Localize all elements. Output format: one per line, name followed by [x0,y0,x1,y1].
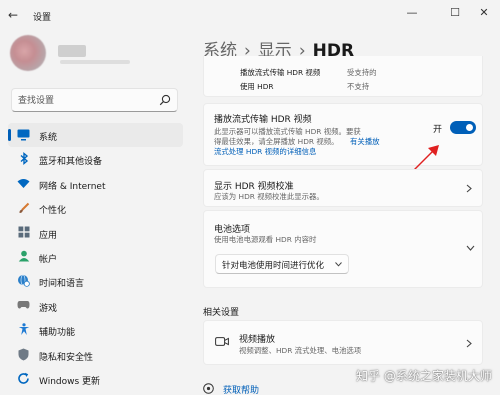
chevron-right-icon [466,339,472,348]
back-arrow-icon[interactable]: ← [8,8,18,22]
streaming-hdr-title: 播放流式传输 HDR 视频 [214,115,312,125]
globe-clock-icon [17,274,30,288]
get-help-link[interactable]: 获取帮助 [223,383,259,395]
streaming-hdr-toggle[interactable] [450,121,476,134]
active-indicator [8,129,11,141]
related-settings-heading: 相关设置 [203,308,240,318]
hdr-info-link[interactable]: 流式处理 HDR 视频的详细信息 [214,146,316,157]
sidebar-item-gaming[interactable]: 游戏 [8,294,183,318]
chevron-right-icon [466,184,472,193]
toggle-state-label: 开 [433,125,443,135]
sidebar-item-privacy[interactable]: 隐私和安全性 [8,343,183,367]
sidebar-item-label: 时间和语言 [39,279,85,290]
sidebar-item-label: 网络 & Internet [39,181,106,192]
sidebar-item-label: 游戏 [39,303,58,314]
hdr-info-link[interactable]: 有关播放 [350,136,380,147]
search-input[interactable] [18,93,158,108]
capability-value: 不支持 [347,82,370,91]
calibration-desc: 应该为 HDR 视频校准此显示器。 [214,192,324,201]
sidebar-item-system[interactable]: 系统 [8,123,183,148]
bluetooth-icon [17,152,30,166]
shield-icon [17,348,30,361]
sidebar-item-label: 帐户 [39,254,58,265]
capability-label: 播放流式传输 HDR 视频 [240,68,321,77]
sidebar-item-label: Windows 更新 [39,376,101,387]
accessibility-icon [17,323,30,336]
sidebar-item-label: 隐私和安全性 [39,352,94,363]
account-icon [17,250,30,263]
watermark: 知乎 @系统之家装机大师 [356,369,492,383]
sidebar-item-time-language[interactable]: 时间和语言 [8,269,183,293]
sidebar-item-apps[interactable]: 应用 [8,221,183,245]
video-playback-desc: 视频调整、HDR 流式处理、电池选项 [239,346,362,355]
sidebar-item-label: 辅助功能 [39,328,76,339]
sidebar-item-label: 应用 [39,230,58,241]
help-icon [203,383,214,394]
sidebar-item-accessibility[interactable]: 辅助功能 [8,318,183,342]
sidebar-item-label: 蓝牙和其他设备 [39,157,103,168]
sidebar-item-label: 个性化 [39,206,67,217]
video-playback-title: 视频播放 [239,335,276,345]
video-camera-icon [215,337,229,346]
user-email-redacted [60,60,130,64]
chevron-down-icon [335,262,342,267]
minimize-button[interactable]: — [398,4,426,22]
capability-label: 使用 HDR [240,82,274,91]
dropdown-value: 针对电池使用时间进行优化 [222,261,325,271]
maximize-button[interactable]: ☐ [441,4,469,22]
sidebar-item-label: 系统 [39,133,58,143]
update-icon [17,372,30,385]
sidebar-item-personalization[interactable]: 个性化 [8,196,183,220]
search-box[interactable] [11,88,178,112]
brush-icon [17,201,30,214]
sidebar-item-windows-update[interactable]: Windows 更新 [8,367,183,391]
sidebar-item-bluetooth[interactable]: 蓝牙和其他设备 [8,147,183,171]
avatar[interactable] [10,35,46,71]
battery-options-desc: 使用电池电源观看 HDR 内容时 [214,235,317,244]
wifi-icon [17,177,30,190]
sidebar-item-network[interactable]: 网络 & Internet [8,172,183,196]
search-icon[interactable] [159,94,171,106]
chevron-down-icon[interactable] [466,245,475,251]
video-playback-card[interactable]: 视频播放 视频调整、HDR 流式处理、电池选项 [203,320,483,365]
title-bar: ← 设置 — ☐ ✕ [0,0,500,30]
app-title: 设置 [33,13,52,23]
toggle-knob [466,124,473,131]
apps-icon [17,226,30,239]
battery-options-card: 电池选项 使用电池电源观看 HDR 内容时 针对电池使用时间进行优化 [203,210,483,288]
sidebar-nav: 系统 蓝牙和其他设备 网络 & Internet 个性化 应用 帐户 时间和语言… [8,123,183,391]
user-name-redacted [58,45,86,57]
hdr-calibration-card[interactable]: 显示 HDR 视频校准 应该为 HDR 视频校准此显示器。 [203,169,483,207]
gamepad-icon [17,299,30,312]
battery-optimization-dropdown[interactable]: 针对电池使用时间进行优化 [215,254,349,274]
close-button[interactable]: ✕ [470,4,498,22]
capability-value: 受支持的 [347,68,377,77]
display-capabilities-card: 播放流式传输 HDR 视频 受支持的 使用 HDR 不支持 [203,56,483,97]
monitor-icon [17,128,30,141]
sidebar-item-accounts[interactable]: 帐户 [8,245,183,269]
